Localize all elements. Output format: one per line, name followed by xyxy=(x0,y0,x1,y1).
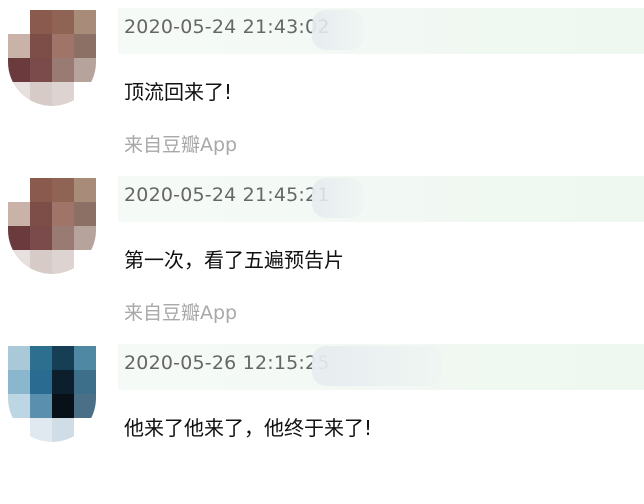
comment-source[interactable]: 来自豆瓣App xyxy=(124,298,237,325)
comment-item: 2020-05-24 21:43:02 顶流回来了! 来自豆瓣App xyxy=(0,0,644,168)
avatar-pixel xyxy=(74,226,96,250)
comment-timestamp: 2020-05-24 21:43:02 xyxy=(124,16,330,38)
avatar-pixel xyxy=(74,82,96,106)
avatar-pixel xyxy=(8,226,30,250)
comment-timestamp: 2020-05-24 21:45:21 xyxy=(124,184,330,206)
avatar-pixel xyxy=(8,370,30,394)
blurred-username xyxy=(312,346,442,386)
avatar-pixel xyxy=(30,250,52,274)
avatar-pixel xyxy=(74,250,96,274)
comment-text: 第一次，看了五遍预告片 xyxy=(124,248,344,272)
avatar-pixel xyxy=(8,178,30,202)
comment-source[interactable]: 来自豆瓣App xyxy=(124,130,237,157)
avatar-pixel xyxy=(52,394,74,418)
avatar-pixel xyxy=(74,394,96,418)
avatar-pixel xyxy=(52,418,74,442)
avatar-pixel xyxy=(52,346,74,370)
comment-text: 他来了他来了，他终于来了! xyxy=(124,416,373,440)
comment-timestamp: 2020-05-26 12:15:25 xyxy=(124,352,330,374)
avatar-pixel xyxy=(52,82,74,106)
avatar-pixel xyxy=(8,346,30,370)
avatar[interactable] xyxy=(8,10,96,106)
avatar-pixel xyxy=(30,394,52,418)
avatar-pixel xyxy=(30,34,52,58)
avatar-pixel xyxy=(8,58,30,82)
avatar-pixel xyxy=(8,34,30,58)
avatar-pixel xyxy=(8,82,30,106)
avatar-pixel xyxy=(74,58,96,82)
blurred-username xyxy=(312,10,364,50)
comment-item: 2020-05-24 21:45:21 第一次，看了五遍预告片 来自豆瓣App xyxy=(0,168,644,336)
avatar-pixel xyxy=(30,202,52,226)
avatar-pixel xyxy=(30,370,52,394)
avatar[interactable] xyxy=(8,346,96,442)
avatar-pixel xyxy=(8,394,30,418)
avatar-pixel xyxy=(30,346,52,370)
avatar-pixel xyxy=(30,226,52,250)
comment-text: 顶流回来了! xyxy=(124,80,233,104)
avatar-pixel xyxy=(8,202,30,226)
avatar-pixel xyxy=(30,178,52,202)
avatar-pixel xyxy=(52,58,74,82)
avatar-pixel xyxy=(52,226,74,250)
avatar-pixel xyxy=(74,202,96,226)
avatar-pixel xyxy=(52,370,74,394)
avatar-pixel xyxy=(52,178,74,202)
avatar-pixel xyxy=(74,370,96,394)
avatar-pixel xyxy=(52,34,74,58)
avatar-pixel xyxy=(52,202,74,226)
avatar[interactable] xyxy=(8,178,96,274)
avatar-pixel xyxy=(74,10,96,34)
avatar-pixel xyxy=(8,418,30,442)
avatar-pixel xyxy=(74,34,96,58)
avatar-pixel xyxy=(30,10,52,34)
blurred-username xyxy=(312,178,364,218)
avatar-pixel xyxy=(74,178,96,202)
avatar-pixel xyxy=(74,346,96,370)
avatar-pixel xyxy=(30,58,52,82)
avatar-pixel xyxy=(8,250,30,274)
avatar-pixel xyxy=(52,250,74,274)
avatar-pixel xyxy=(30,82,52,106)
avatar-pixel xyxy=(30,418,52,442)
avatar-pixel xyxy=(74,418,96,442)
avatar-pixel xyxy=(8,10,30,34)
avatar-pixel xyxy=(52,10,74,34)
comment-item: 2020-05-26 12:15:25 他来了他来了，他终于来了! xyxy=(0,336,644,504)
